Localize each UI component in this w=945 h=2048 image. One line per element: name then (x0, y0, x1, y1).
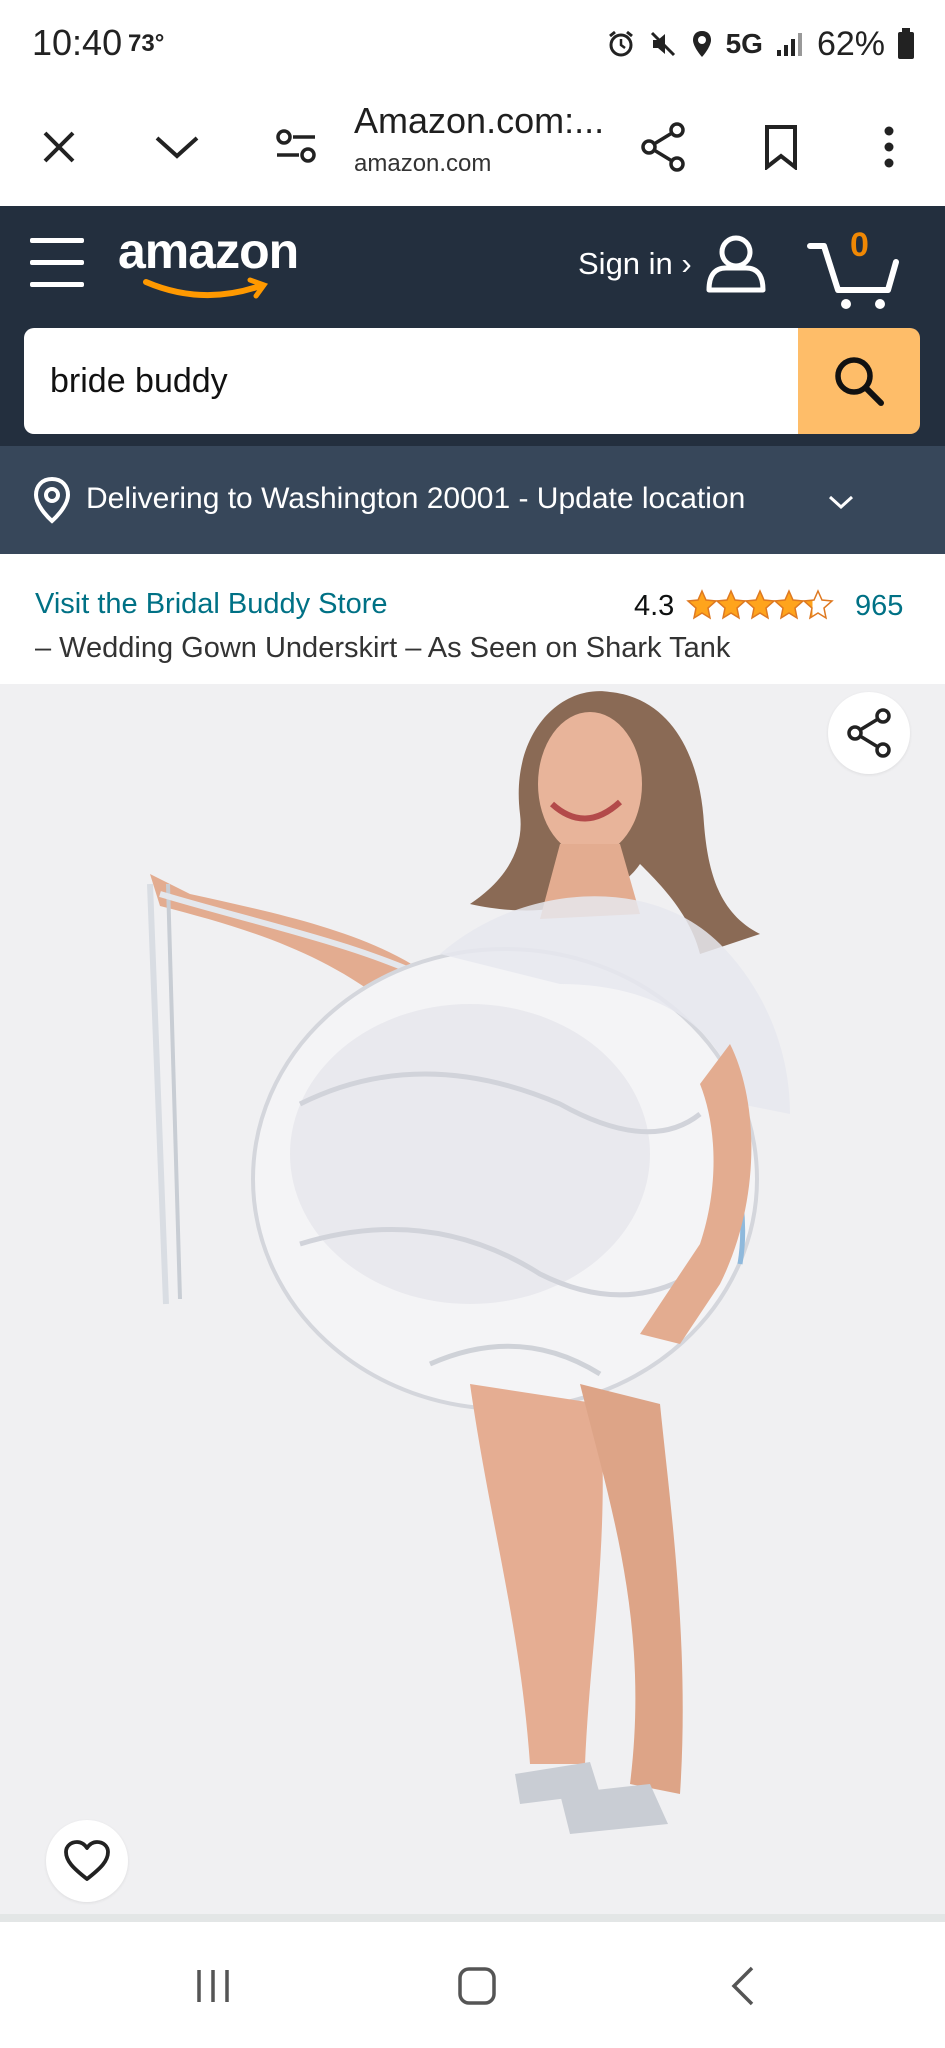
star-icon (773, 589, 805, 620)
collapse-button[interactable] (142, 112, 212, 182)
recent-apps-button[interactable] (178, 1954, 248, 2018)
star-icon (686, 589, 718, 620)
menu-button[interactable] (30, 236, 86, 288)
back-button[interactable] (708, 1954, 778, 2018)
status-time: 10:40 (32, 22, 123, 63)
more-options-button[interactable] (854, 112, 924, 182)
share-icon (641, 122, 685, 172)
cart-button[interactable]: 0 (806, 226, 906, 310)
network-type: 5G (725, 28, 763, 59)
system-nav-bar (0, 1922, 945, 2048)
mute-icon (648, 29, 678, 59)
home-button[interactable] (442, 1954, 512, 2018)
home-icon (458, 1967, 496, 2005)
product-photo (147, 691, 790, 1834)
product-image[interactable] (0, 684, 945, 1914)
delivery-text: Delivering to Washington 20001 - Update … (86, 482, 746, 515)
star-icon (744, 589, 776, 620)
battery-icon (897, 28, 915, 60)
image-share-button[interactable] (828, 692, 910, 774)
bookmark-button[interactable] (746, 112, 816, 182)
share-icon (847, 708, 891, 758)
back-icon (731, 1966, 754, 2006)
sign-in-link[interactable]: Sign in › (578, 246, 692, 282)
menu-icon (30, 238, 84, 243)
more-vertical-icon (884, 126, 894, 168)
product-title: – Wedding Gown Underskirt – As Seen on S… (35, 632, 731, 664)
star-icon (802, 589, 834, 620)
location-pin-icon (32, 476, 72, 529)
delivery-location-bar[interactable]: Delivering to Washington 20001 - Update … (0, 446, 945, 554)
star-icon (715, 589, 747, 620)
search-input[interactable]: bride buddy (24, 328, 799, 434)
heart-icon (64, 1840, 110, 1881)
logo-smile-icon (143, 277, 268, 299)
search-button[interactable] (798, 328, 920, 434)
star-rating[interactable] (686, 588, 836, 627)
chevron-down-icon (828, 494, 854, 515)
close-icon (43, 131, 75, 163)
chevron-down-icon (155, 136, 199, 159)
page-title[interactable]: Amazon.com:... (354, 100, 604, 142)
status-bar: 10:40 73° 5G 62% (0, 0, 945, 88)
bookmark-icon (765, 125, 797, 170)
browser-toolbar: Amazon.com:... amazon.com (0, 88, 945, 206)
share-page-button[interactable] (628, 112, 698, 182)
recent-apps-icon (197, 1970, 229, 2002)
site-settings-button[interactable] (262, 112, 332, 182)
page-domain[interactable]: amazon.com (354, 150, 491, 178)
site-header: amazon Sign in › 0 (0, 206, 945, 328)
search-bar: bride buddy (0, 328, 945, 446)
amazon-logo[interactable]: amazon (118, 222, 318, 312)
location-icon (690, 29, 714, 59)
add-to-wishlist-button[interactable] (46, 1820, 128, 1902)
close-tab-button[interactable] (24, 112, 94, 182)
signal-icon (775, 30, 805, 58)
divider (0, 1914, 945, 1922)
store-link[interactable]: Visit the Bridal Buddy Store (35, 588, 388, 621)
tune-icon (276, 129, 316, 163)
alarm-icon (606, 29, 636, 59)
status-icons: 5G 62% (606, 22, 915, 66)
status-temperature: 73° (128, 30, 165, 57)
account-icon[interactable] (704, 232, 768, 301)
logo-text: amazon (118, 223, 299, 279)
search-icon (835, 357, 884, 406)
battery-percent: 62% (816, 24, 885, 63)
rating-value: 4.3 (634, 590, 675, 622)
cart-count: 0 (850, 226, 869, 264)
rating-count[interactable]: 965 (855, 590, 903, 623)
